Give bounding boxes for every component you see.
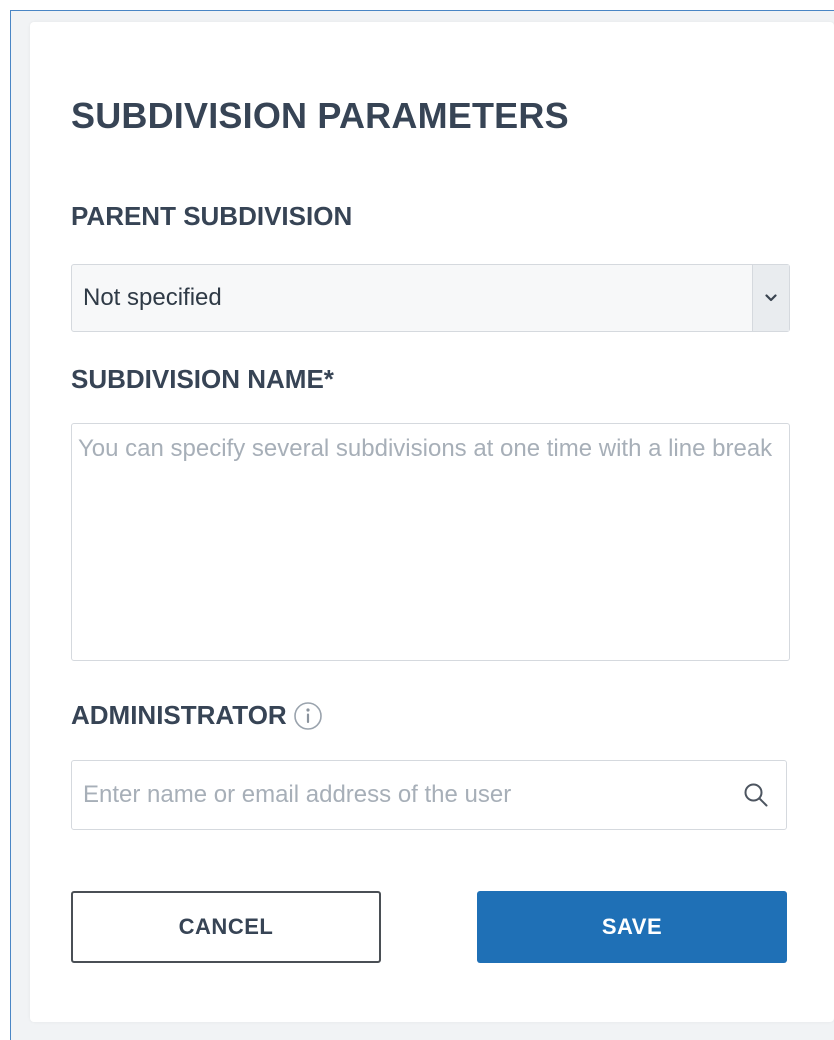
administrator-search-box[interactable] <box>71 760 787 830</box>
select-arrow-button[interactable] <box>752 265 789 331</box>
info-icon[interactable] <box>293 701 323 731</box>
parent-subdivision-label: PARENT SUBDIVISION <box>71 201 353 231</box>
save-button[interactable]: SAVE <box>477 891 787 963</box>
administrator-label-row: ADMINISTRATOR <box>71 700 323 731</box>
parent-subdivision-value: Not specified <box>83 284 222 311</box>
chevron-down-icon <box>765 294 777 302</box>
administrator-label: ADMINISTRATOR <box>71 700 287 730</box>
save-button-label: SAVE <box>601 914 663 939</box>
administrator-search-input[interactable] <box>72 780 726 810</box>
subdivision-name-input[interactable] <box>71 423 790 661</box>
parent-subdivision-select[interactable]: Not specified <box>71 264 790 332</box>
subdivision-name-label: SUBDIVISION NAME* <box>71 364 334 394</box>
search-icon[interactable] <box>726 782 786 808</box>
cancel-button-label: CANCEL <box>178 914 274 939</box>
cancel-button[interactable]: CANCEL <box>71 891 381 963</box>
form-title: SUBDIVISION PARAMETERS <box>71 95 569 136</box>
